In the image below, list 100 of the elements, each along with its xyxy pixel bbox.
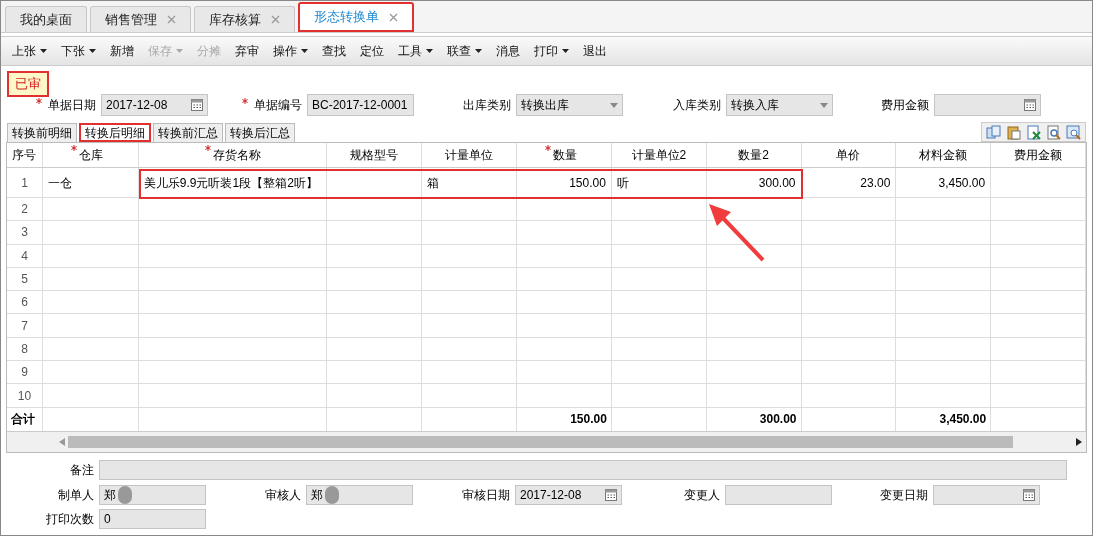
- detail-tab[interactable]: 转换后汇总: [225, 123, 295, 142]
- column-header: 数量2: [738, 147, 769, 164]
- field-label: 备注: [70, 461, 94, 479]
- input-field[interactable]: 郑: [306, 484, 413, 505]
- detail-tab[interactable]: 转换前明细: [7, 123, 77, 142]
- toolbar-button[interactable]: 打印: [527, 39, 576, 63]
- tab[interactable]: 库存核算: [194, 6, 295, 32]
- caret-icon: [40, 49, 47, 53]
- field-label: 费用金额: [881, 97, 929, 114]
- row-number: 8: [21, 340, 28, 358]
- field-label: 变更人: [684, 486, 720, 504]
- calendar-icon[interactable]: [1024, 99, 1036, 111]
- table-cell-text: 300.00: [758, 174, 796, 192]
- input-field[interactable]: [725, 484, 832, 505]
- toolbar-button[interactable]: 上张: [5, 39, 54, 63]
- row-number: 4: [21, 247, 28, 265]
- toolbar-button[interactable]: 定位: [353, 39, 391, 63]
- toolbar-button[interactable]: 消息: [489, 39, 527, 63]
- column-header: 存货名称: [212, 147, 261, 164]
- row-number: 6: [21, 294, 28, 312]
- scroll-left-icon[interactable]: [59, 437, 65, 446]
- copy-icon[interactable]: [986, 124, 1001, 140]
- field-label: 单据编号: [254, 97, 302, 114]
- table-cell-text: 箱: [427, 174, 440, 192]
- column-header: 序号: [12, 147, 37, 164]
- close-icon[interactable]: [167, 15, 176, 24]
- date-field[interactable]: [933, 484, 1040, 505]
- row-number: 7: [21, 317, 28, 335]
- redaction-blur: [325, 485, 339, 504]
- column-header: 计量单位: [445, 147, 494, 164]
- field-label: 审核日期: [462, 486, 510, 504]
- scrollbar-thumb[interactable]: [68, 435, 1013, 448]
- field-label: 制单人: [58, 486, 94, 504]
- column-header: 规格型号: [350, 147, 399, 164]
- image-search-icon[interactable]: [1066, 124, 1081, 140]
- calendar-icon[interactable]: [605, 488, 617, 501]
- column-header: 仓库: [78, 147, 103, 164]
- close-icon[interactable]: [389, 12, 398, 22]
- field-label: 打印次数: [46, 510, 94, 528]
- column-header: 材料金额: [919, 147, 968, 164]
- total-label: 合计: [11, 411, 35, 429]
- dropdown-arrow-icon[interactable]: [610, 102, 618, 108]
- row-number: 2: [21, 201, 28, 219]
- total-cell-text: 300.00: [759, 411, 797, 429]
- select-field[interactable]: 转换出库: [516, 94, 623, 116]
- input-field[interactable]: 0: [99, 508, 206, 529]
- preview-icon[interactable]: [1046, 124, 1061, 140]
- caret-icon: [426, 49, 433, 53]
- table-cell-text: 3,450.00: [938, 174, 986, 192]
- field-label: 入库类别: [673, 97, 721, 114]
- field-label: 出库类别: [463, 97, 511, 114]
- column-header: 数量: [553, 147, 578, 164]
- paste-icon[interactable]: [1006, 124, 1021, 140]
- excel-icon[interactable]: [1026, 124, 1041, 140]
- redaction-blur: [118, 485, 132, 504]
- dropdown-arrow-icon[interactable]: [820, 102, 828, 108]
- table-cell-text: 150.00: [569, 174, 606, 192]
- toolbar-button[interactable]: 操作: [266, 39, 315, 63]
- field-label: 变更日期: [880, 486, 928, 504]
- calendar-icon[interactable]: [191, 99, 203, 111]
- column-header: 单价: [836, 147, 861, 164]
- close-icon[interactable]: [271, 15, 280, 24]
- tab[interactable]: 我的桌面: [5, 6, 87, 32]
- input-field[interactable]: 郑: [99, 484, 206, 505]
- date-field[interactable]: 2017-12-08: [101, 94, 208, 116]
- input-field[interactable]: BC-2017-12-0001: [307, 94, 414, 116]
- table-cell-text: 23.00: [860, 174, 891, 192]
- caret-icon: [89, 49, 96, 53]
- detail-tab[interactable]: 转换后明细: [79, 123, 151, 142]
- caret-icon: [301, 49, 308, 53]
- row-number: 3: [21, 224, 28, 242]
- toolbar-button[interactable]: 新增: [103, 39, 141, 63]
- total-cell-text: 150.00: [570, 411, 607, 429]
- row-number: 9: [21, 364, 28, 382]
- caret-icon: [176, 49, 183, 53]
- toolbar-button[interactable]: 弃审: [228, 39, 266, 63]
- tab[interactable]: 形态转换单: [298, 2, 414, 32]
- date-field[interactable]: 2017-12-08: [515, 484, 622, 505]
- toolbar-button[interactable]: 查找: [315, 39, 353, 63]
- table-cell-text: 听: [616, 174, 629, 192]
- toolbar-button[interactable]: 工具: [391, 39, 440, 63]
- toolbar-button[interactable]: 下张: [54, 39, 103, 63]
- column-header: 计量单位2: [631, 147, 687, 164]
- tab[interactable]: 销售管理: [90, 6, 191, 32]
- column-header: 费用金额: [1014, 147, 1063, 164]
- status-badge: 已审: [7, 71, 49, 97]
- field-label: 单据日期: [48, 97, 96, 114]
- date-field[interactable]: [934, 94, 1041, 116]
- row-number: 1: [21, 174, 28, 192]
- row-number: 10: [17, 387, 32, 405]
- calendar-icon[interactable]: [1023, 488, 1035, 501]
- toolbar-button[interactable]: 联查: [440, 39, 489, 63]
- scroll-right-icon[interactable]: [1076, 437, 1082, 446]
- input-field[interactable]: [99, 459, 1067, 480]
- select-field[interactable]: 转换入库: [726, 94, 833, 116]
- detail-tab[interactable]: 转换前汇总: [153, 123, 223, 142]
- caret-icon: [562, 49, 569, 53]
- total-cell-text: 3,450.00: [939, 411, 987, 429]
- toolbar-button[interactable]: 退出: [576, 39, 614, 63]
- field-label: 审核人: [265, 486, 301, 504]
